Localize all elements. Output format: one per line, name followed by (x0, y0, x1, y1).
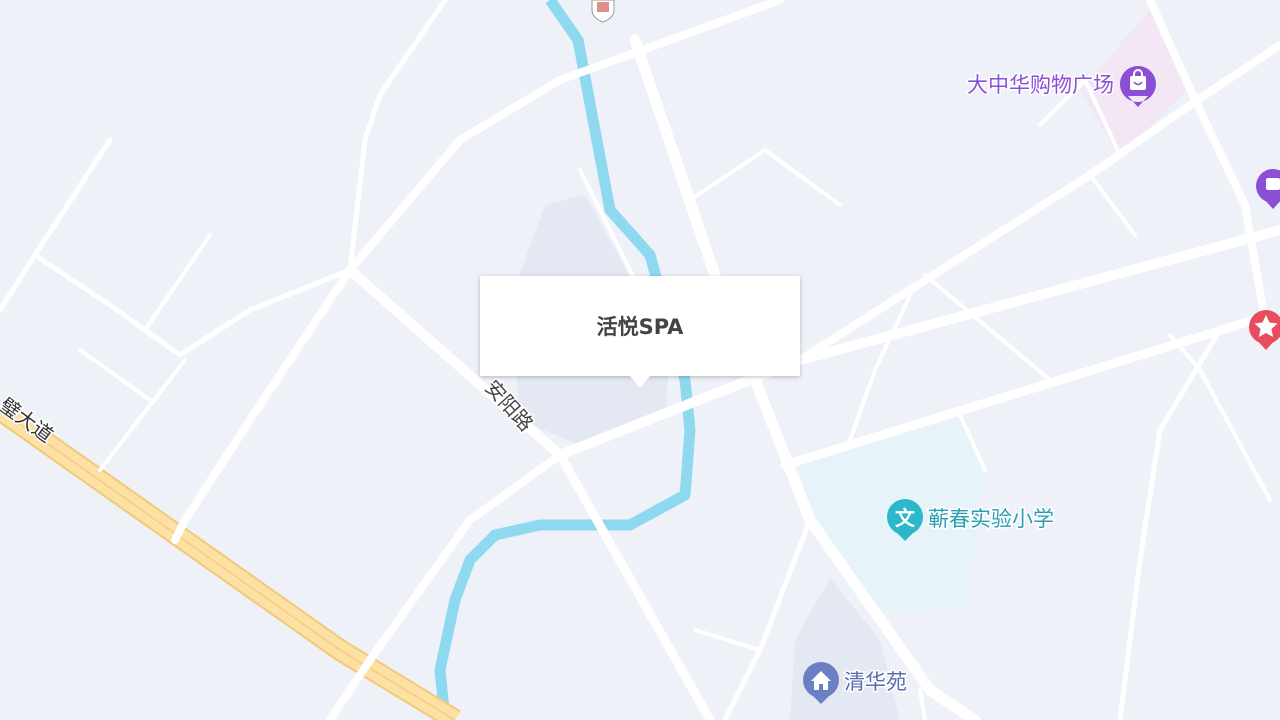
popup-title: 活悦SPA (596, 315, 684, 339)
poi-shop-edge[interactable] (1256, 169, 1280, 209)
svg-text:文: 文 (895, 506, 916, 530)
shop-marker-icon[interactable] (591, 0, 615, 23)
poi-school-label: 蕲春实验小学 (928, 507, 1054, 531)
poi-residential-label: 清华苑 (844, 670, 907, 694)
shopping-bag-icon (1256, 169, 1280, 209)
poi-mall-label: 大中华购物广场 (967, 73, 1114, 97)
star-icon (1249, 310, 1280, 350)
poi-star-edge[interactable] (1249, 310, 1280, 350)
place-popup[interactable]: 活悦SPA (480, 276, 800, 388)
